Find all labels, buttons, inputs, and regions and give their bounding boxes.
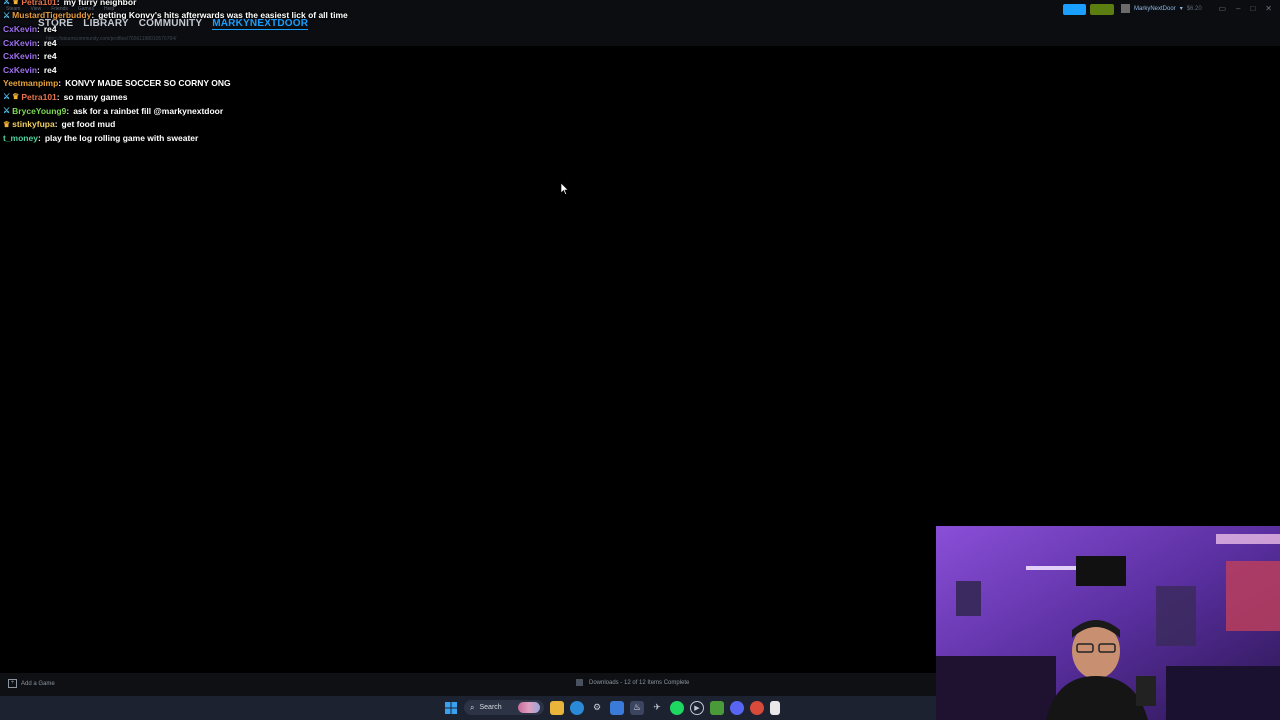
maximize-icon[interactable]: □ [1250,4,1255,13]
chat-message-text: getting Konvy's hits afterwards was the … [98,10,348,21]
sword-badge-icon: ⚔ [3,10,11,20]
chat-message-text: re4 [43,23,57,34]
chat-separator: : [37,23,40,34]
chat-separator: : [56,91,60,102]
download-icon [576,679,583,686]
notepad-icon[interactable] [770,700,780,715]
spotify-icon[interactable] [670,700,684,715]
chat-message-text: KONVY MADE SOCCER SO CORNY ONG [65,78,231,89]
chat-message-text: get food mud [61,119,116,130]
chat-message: CxKevin: re4 [3,49,348,63]
chat-message: CxKevin: re4 [3,63,348,77]
chat-message: CxKevin: re4 [3,22,348,36]
sword-badge-icon: ⚔ [3,0,11,7]
taskbar-search[interactable]: ⌕ Search [464,700,544,715]
chat-message-text: re4 [43,37,57,48]
chat-message: ⚔ ♛ Petra101: my furry neighbor [3,0,348,9]
account-menu[interactable]: MarkyNextDoor ▾ $6.20 [1121,4,1202,13]
plus-icon: + [8,679,17,688]
chat-message-text: play the log rolling game with sweater [44,132,199,143]
big-picture-icon[interactable]: ▭ [1218,4,1226,13]
chat-message: ♛ stinkyfupa: get food mud [3,117,348,131]
xbox-icon[interactable] [710,700,724,715]
steam-icon[interactable]: ♨ [630,700,644,715]
chat-separator: : [58,78,62,89]
chat-message: Yeetmanpimp: KONVY MADE SOCCER SO CORNY O… [3,77,348,91]
wallet-balance: $6.20 [1186,5,1202,12]
broadcast-button[interactable] [1063,4,1086,15]
downloads-label: Downloads - 12 of 12 Items Complete [589,679,690,686]
chat-username[interactable]: CxKevin [3,65,37,75]
chat-username[interactable]: t_money [3,133,38,143]
downloads-button[interactable]: Downloads - 12 of 12 Items Complete [576,679,689,686]
chat-username[interactable]: stinkyfupa [12,119,55,129]
sword-badge-icon: ⚔ [3,92,11,102]
chat-message-text: my furry neighbor [63,0,137,7]
chat-message-text: so many games [63,91,128,102]
chat-separator: : [37,37,40,48]
window-controls: ▭ – □ ✕ [1218,4,1272,13]
chat-separator: : [91,10,95,21]
chat-message: ⚔ BryceYoung9: ask for a rainbet fill @mar… [3,104,348,118]
mouse-cursor-icon [561,183,569,195]
file-explorer-icon[interactable] [550,700,564,715]
chat-separator: : [37,64,40,75]
chat-message-text: re4 [43,64,57,75]
chat-username[interactable]: CxKevin [3,51,37,61]
crown-badge-icon: ♛ [3,119,11,129]
webcam-feed [936,526,1280,720]
start-icon[interactable] [444,701,458,715]
crown-badge-icon: ♛ [12,0,20,7]
close-icon[interactable]: ✕ [1265,4,1272,13]
chat-username[interactable]: Petra101 [21,0,56,7]
chat-username[interactable]: BryceYoung9 [12,106,66,116]
chat-message: CxKevin: re4 [3,36,348,50]
chat-message: ⚔ ♛ Petra101: so many games [3,90,348,104]
chevron-down-icon: ▾ [1179,6,1183,12]
store-icon[interactable] [610,700,624,715]
chat-username[interactable]: CxKevin [3,38,37,48]
chat-username[interactable]: MustardTigerbuddy [12,10,91,20]
app-icon[interactable]: ✈ [650,701,664,715]
edge-icon[interactable] [570,700,584,715]
minimize-icon[interactable]: – [1236,4,1240,13]
account-username: MarkyNextDoor [1134,5,1176,12]
chat-separator: : [56,0,60,7]
chat-message-text: re4 [43,51,57,62]
search-icon: ⌕ [470,702,475,712]
search-highlight-icon [518,702,540,713]
chat-message: ⚔ MustardTigerbuddy: getting Konvy's hits … [3,9,348,23]
chat-username[interactable]: Petra101 [21,92,56,102]
add-game-button[interactable]: + Add a Game [8,679,55,688]
media-player-icon[interactable]: ▶ [690,700,704,715]
chat-overlay: ⚔ ♛ Petra101: my furry neighbor ⚔ MustardTige… [3,0,348,145]
search-label: Search [479,704,502,711]
chat-separator: : [66,105,70,116]
chat-message: t_money: play the log rolling game with s… [3,131,348,145]
sword-badge-icon: ⚔ [3,106,11,116]
chat-username[interactable]: Yeetmanpimp [3,78,58,88]
crown-badge-icon: ♛ [12,92,20,102]
chat-separator: : [37,132,41,143]
settings-icon[interactable]: ⚙ [590,701,604,715]
chat-message-text: ask for a rainbet fill @markynextdoor [73,105,224,116]
add-game-label: Add a Game [21,680,55,687]
chat-separator: : [37,51,40,62]
notifications-button[interactable] [1090,4,1114,15]
chat-separator: : [54,119,58,130]
chrome-icon[interactable] [750,700,764,715]
chat-username[interactable]: CxKevin [3,24,37,34]
discord-icon[interactable] [730,700,744,715]
avatar [1121,4,1130,13]
webcam-image [936,526,1280,720]
